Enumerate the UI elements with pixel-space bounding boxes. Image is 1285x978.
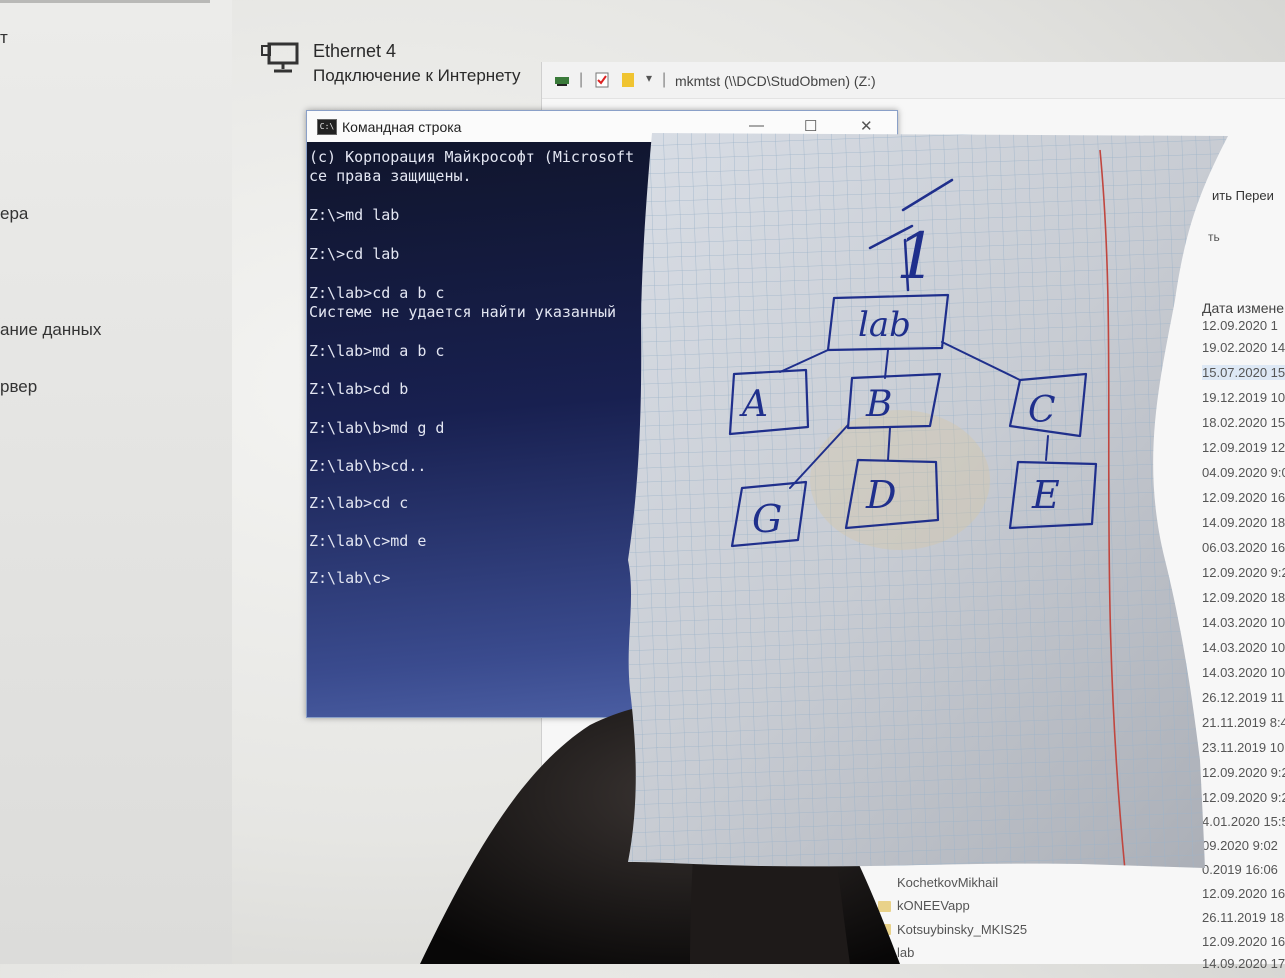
node-label-a: A [739, 384, 768, 425]
node-label-d: D [865, 473, 896, 517]
tree-root-label: 1 [896, 220, 937, 294]
node-label-b: B [865, 384, 892, 425]
node-label-lab: lab [858, 305, 911, 345]
node-label-c: C [1028, 390, 1056, 431]
paper-sketch: 1 lab A B C G D E [628, 133, 1228, 868]
node-label-g: G [752, 497, 782, 541]
node-label-e: E [1031, 473, 1060, 517]
